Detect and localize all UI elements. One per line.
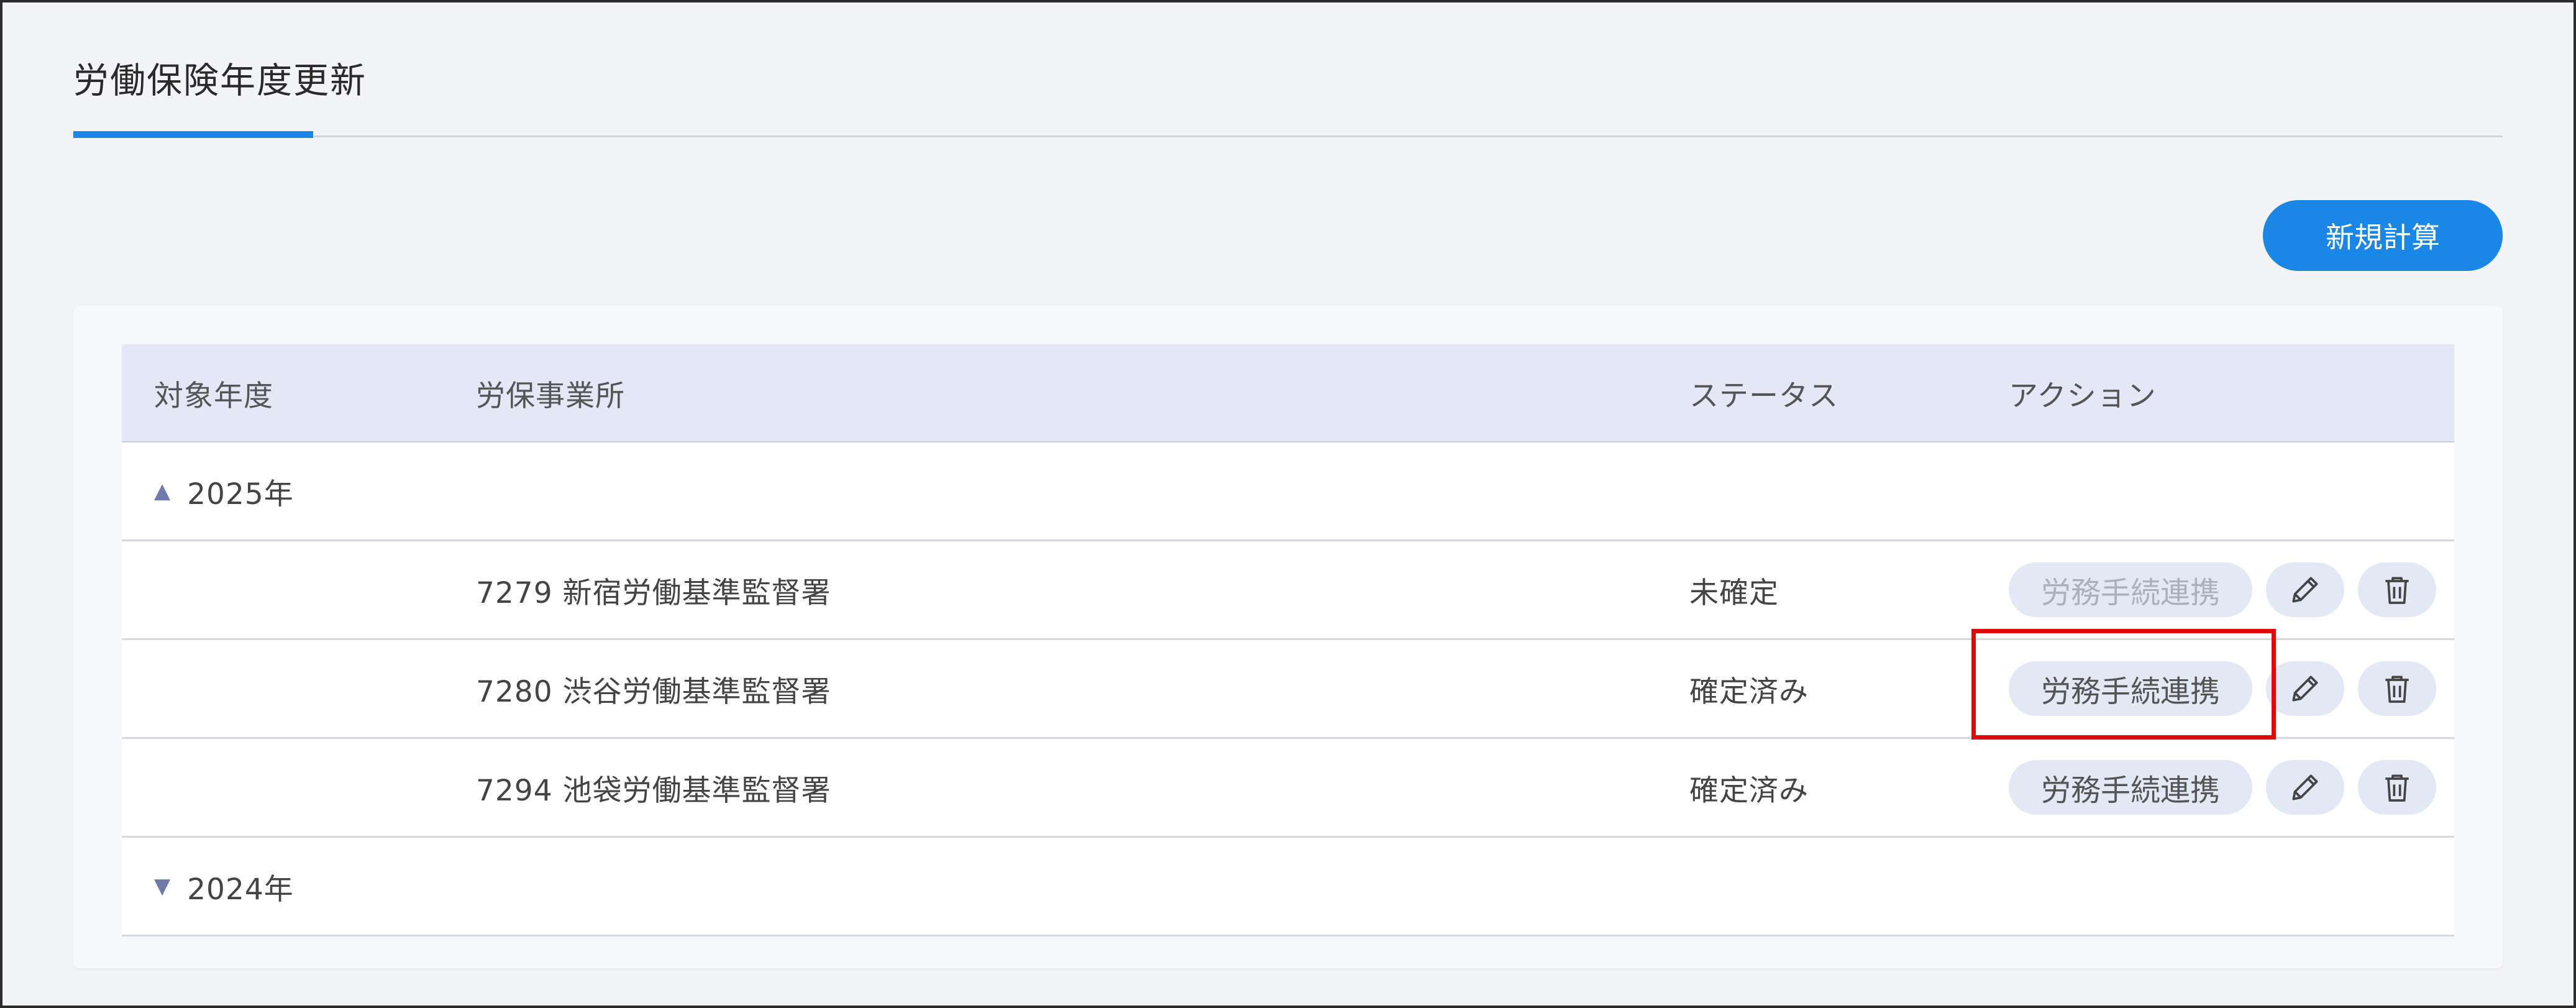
office-cell: 7280 渋谷労働基準監督署 [476,674,831,709]
status-cell: 未確定 [1689,575,1779,610]
group-row-2025[interactable]: ▲ 2025年 [122,442,2454,541]
delete-button[interactable] [2358,661,2436,716]
table-header: 対象年度 労保事業所 ステータス アクション [122,344,2454,442]
labor-procedure-link-button[interactable]: 労務手続連携 [2009,562,2252,617]
trash-icon [2385,676,2409,703]
page-title: 労働保険年度更新 [73,60,367,101]
title-active-indicator [73,131,313,138]
office-cell: 7294 池袋労働基準監督署 [476,773,831,808]
header-year: 対象年度 [154,378,273,413]
delete-button[interactable] [2358,562,2436,617]
new-calculation-button[interactable]: 新規計算 [2263,200,2503,271]
group-row-2024[interactable]: ▼ 2024年 [122,838,2454,937]
triangle-down-icon[interactable]: ▼ [154,874,171,899]
status-cell: 確定済み [1689,674,1809,709]
table-row: 7294 池袋労働基準監督署 確定済み 労務手続連携 [122,739,2454,838]
delete-button[interactable] [2358,760,2436,815]
header-status: ステータス [1689,378,1838,413]
highlight-box [1971,629,2276,740]
pencil-icon [2292,577,2318,603]
pencil-icon [2292,676,2318,702]
title-divider [73,135,2503,137]
group-year-label: 2024年 [187,872,294,907]
edit-button[interactable] [2266,661,2344,716]
table-row: 7279 新宿労働基準監督署 未確定 労務手続連携 [122,541,2454,640]
trash-icon [2385,774,2409,802]
edit-button[interactable] [2266,760,2344,815]
header-action: アクション [2009,378,2157,413]
status-cell: 確定済み [1689,773,1809,808]
edit-button[interactable] [2266,562,2344,617]
trash-icon [2385,577,2409,604]
labor-procedure-link-button[interactable]: 労務手続連携 [2009,760,2252,815]
office-cell: 7279 新宿労働基準監督署 [476,575,831,610]
header-office: 労保事業所 [476,378,625,413]
group-year-label: 2025年 [187,477,294,511]
pencil-icon [2292,774,2318,800]
triangle-up-icon[interactable]: ▲ [154,479,171,503]
